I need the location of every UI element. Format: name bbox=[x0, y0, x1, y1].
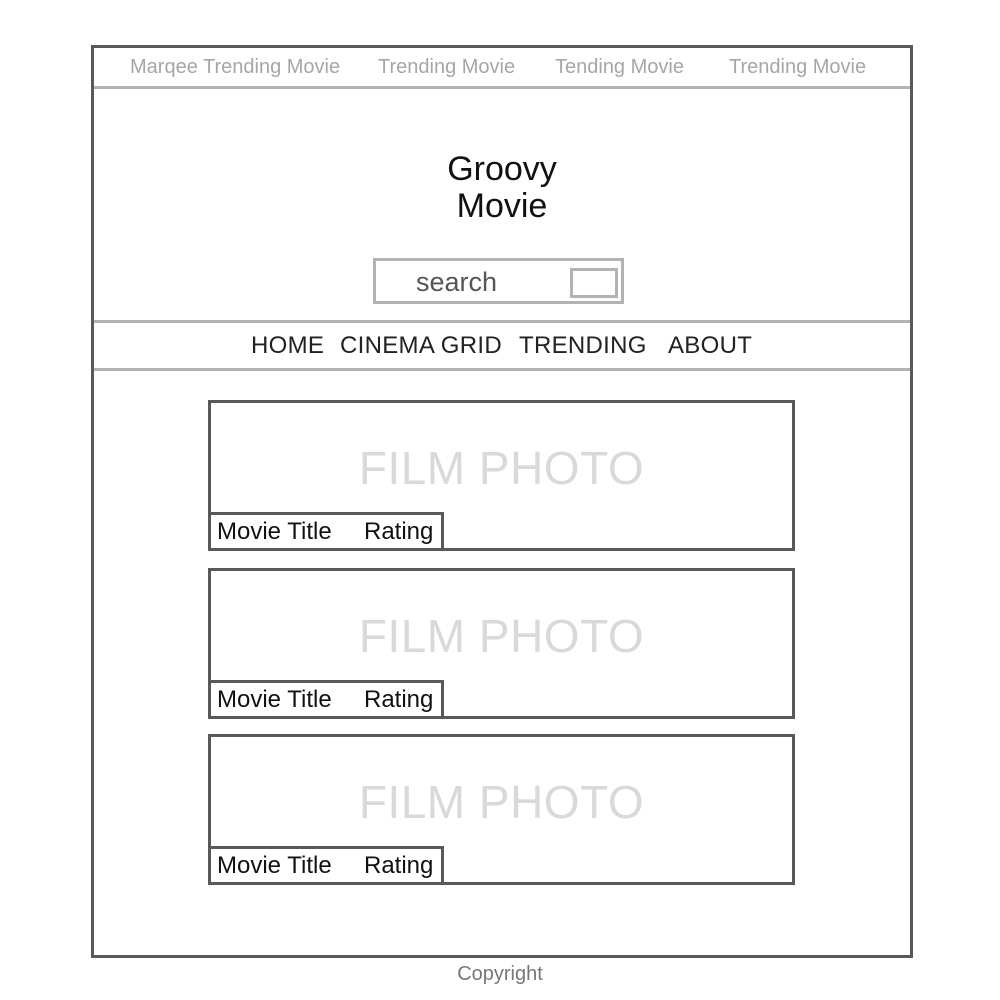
movie-caption: Movie Title Rating bbox=[211, 680, 444, 716]
search-bar bbox=[373, 258, 624, 304]
nav-item-trending[interactable]: TRENDING bbox=[519, 332, 647, 360]
movie-card[interactable]: FILM PHOTO Movie Title Rating bbox=[208, 734, 795, 885]
marquee-item[interactable]: Trending Movie bbox=[729, 56, 866, 79]
movie-rating: Rating bbox=[364, 852, 434, 879]
film-photo-placeholder: FILM PHOTO bbox=[358, 442, 645, 494]
nav-item-about[interactable]: ABOUT bbox=[668, 332, 752, 360]
nav-item-cinema-grid[interactable]: CINEMA GRID bbox=[340, 332, 502, 360]
trending-marquee: Marqee Trending Movie Trending Movie Ten… bbox=[94, 48, 910, 89]
marquee-item[interactable]: Marqee Trending Movie bbox=[130, 56, 340, 79]
page-frame: Marqee Trending Movie Trending Movie Ten… bbox=[91, 45, 913, 958]
film-photo-placeholder: FILM PHOTO bbox=[358, 610, 645, 662]
nav-item-home[interactable]: HOME bbox=[251, 332, 324, 360]
movie-title: Movie Title bbox=[217, 852, 332, 879]
movie-rating: Rating bbox=[364, 686, 434, 713]
search-button[interactable] bbox=[570, 268, 618, 298]
site-title-line-1: Groovy bbox=[447, 150, 557, 188]
search-input[interactable] bbox=[416, 267, 566, 297]
copyright-footer: Copyright bbox=[457, 963, 543, 985]
movie-card[interactable]: FILM PHOTO Movie Title Rating bbox=[208, 400, 795, 551]
movie-title: Movie Title bbox=[217, 686, 332, 713]
main-nav: HOME CINEMA GRID TRENDING ABOUT bbox=[94, 320, 910, 371]
marquee-item[interactable]: Trending Movie bbox=[378, 56, 515, 79]
movie-caption: Movie Title Rating bbox=[211, 512, 444, 548]
site-title-line-2: Movie bbox=[456, 187, 548, 225]
movie-card[interactable]: FILM PHOTO Movie Title Rating bbox=[208, 568, 795, 719]
movie-caption: Movie Title Rating bbox=[211, 846, 444, 882]
film-photo-placeholder: FILM PHOTO bbox=[358, 776, 645, 828]
movie-rating: Rating bbox=[364, 518, 434, 545]
movie-title: Movie Title bbox=[217, 518, 332, 545]
site-header: Groovy Movie bbox=[94, 89, 910, 320]
marquee-item[interactable]: Tending Movie bbox=[555, 56, 684, 79]
